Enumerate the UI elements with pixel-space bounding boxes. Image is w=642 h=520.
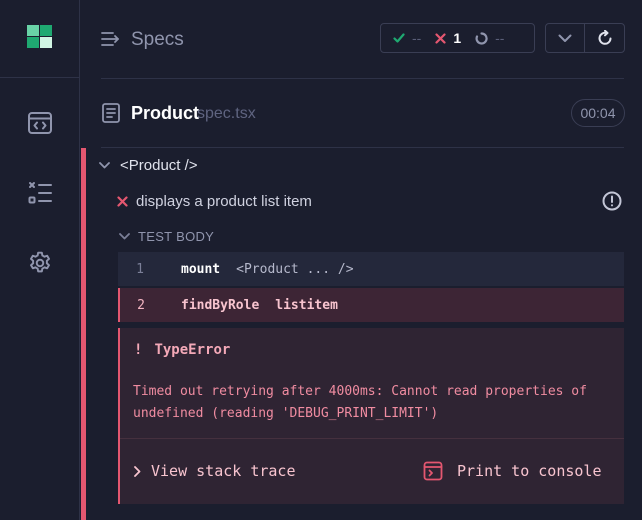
command-arg: <Product ... />	[236, 261, 354, 277]
failure-indicator	[81, 148, 86, 520]
test-title-row[interactable]: displays a product list item	[117, 193, 312, 210]
reporter-panel: Specs -- 1 -- Product spec.tsx 00:04 <Pr…	[81, 0, 642, 520]
command-arg: listitem	[275, 297, 338, 313]
command-name: mount	[181, 261, 221, 277]
pending-count: --	[495, 30, 505, 46]
reporter-controls	[545, 23, 625, 53]
error-bang: !	[134, 342, 143, 358]
spec-file-extension: spec.tsx	[197, 105, 256, 122]
rerun-icon	[598, 30, 611, 45]
pending-spinner-icon	[475, 31, 488, 45]
passed-stat: --	[393, 30, 421, 46]
console-icon	[423, 461, 443, 481]
document-icon	[102, 103, 120, 123]
test-stats: -- 1 --	[380, 23, 535, 53]
chevron-down-icon	[119, 233, 130, 240]
chevron-down-icon	[558, 34, 572, 42]
suite-header[interactable]: <Product />	[99, 157, 198, 174]
pending-stat: --	[475, 30, 504, 46]
view-stack-trace-label: View stack trace	[151, 462, 296, 480]
error-type: TypeError	[154, 342, 231, 358]
command-row-failed[interactable]: 2 findByRole listitem	[118, 288, 624, 322]
passed-count: --	[412, 30, 422, 46]
code-window-icon	[28, 112, 52, 134]
sidebar	[0, 0, 80, 520]
gear-icon	[30, 251, 50, 273]
failed-count: 1	[453, 30, 462, 46]
spec-file-name: Product	[131, 103, 200, 123]
rerun-button[interactable]	[585, 24, 624, 52]
error-message: Timed out retrying after 4000ms: Cannot …	[133, 384, 587, 421]
spec-file-bar: Product spec.tsx 00:04	[81, 79, 642, 147]
check-icon	[393, 33, 405, 43]
specs-arrow-icon[interactable]	[101, 30, 121, 48]
suite-title: <Product />	[120, 157, 198, 174]
command-number: 1	[136, 261, 144, 277]
print-to-console-button[interactable]: Print to console	[423, 461, 602, 481]
test-body-label: TEST BODY	[138, 229, 215, 244]
test-list-icon	[28, 182, 52, 204]
x-icon	[117, 196, 128, 207]
error-divider	[120, 438, 624, 439]
cypress-logo[interactable]	[27, 25, 53, 49]
specs-title[interactable]: Specs	[131, 29, 184, 51]
failed-stat: 1	[435, 30, 461, 46]
error-title: ! TypeError	[134, 342, 230, 358]
duration-badge: 00:04	[571, 99, 625, 127]
print-to-console-label: Print to console	[457, 462, 602, 480]
file-divider	[101, 147, 624, 148]
command-row[interactable]: 1 mount <Product ... />	[118, 252, 624, 286]
alert-circle-icon[interactable]	[602, 191, 622, 211]
error-panel: ! TypeError Timed out retrying after 4000…	[118, 328, 624, 504]
x-icon	[435, 32, 446, 44]
command-number: 2	[137, 297, 145, 313]
chevron-right-icon	[134, 465, 141, 477]
test-body-header[interactable]: TEST BODY	[119, 229, 214, 244]
sidebar-item-runs[interactable]	[26, 179, 54, 207]
test-title: displays a product list item	[136, 193, 312, 210]
command-name: findByRole	[181, 297, 260, 313]
sidebar-item-specs[interactable]	[26, 109, 54, 137]
view-stack-trace-button[interactable]: View stack trace	[134, 462, 296, 480]
sidebar-item-settings[interactable]	[26, 249, 54, 277]
reporter-header: Specs -- 1 --	[81, 0, 642, 78]
sidebar-divider	[0, 77, 80, 78]
chevron-down-icon	[99, 162, 110, 169]
collapse-button[interactable]	[546, 24, 586, 52]
